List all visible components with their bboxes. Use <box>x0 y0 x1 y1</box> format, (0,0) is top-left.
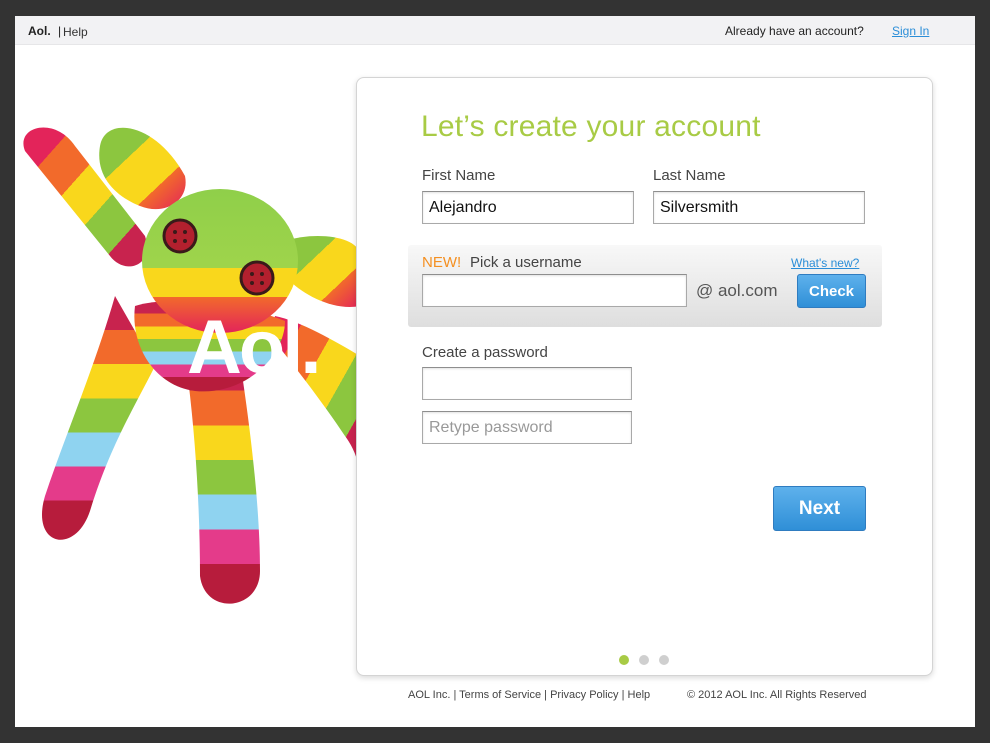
aol-logo-small[interactable]: Aol. <box>28 24 51 38</box>
step-indicator <box>619 655 669 665</box>
username-label: Pick a username <box>470 254 582 271</box>
last-name-field[interactable] <box>653 191 865 224</box>
retype-password-field[interactable] <box>422 411 632 444</box>
aol-domain-suffix: @ aol.com <box>696 281 778 300</box>
username-input[interactable] <box>422 274 687 307</box>
page-title: Let’s create your account <box>421 110 761 143</box>
signup-card: Let’s create your account First Name Las… <box>356 77 933 676</box>
step-dot-1 <box>619 655 629 665</box>
password-label: Create a password <box>422 344 548 361</box>
topbar-separator: | <box>58 24 62 38</box>
aol-logo-overlay: Aol. <box>187 305 322 390</box>
sign-in-link[interactable]: Sign In <box>892 24 929 38</box>
password-field[interactable] <box>422 367 632 400</box>
footer-links: AOL Inc. | Terms of Service | Privacy Po… <box>408 689 651 701</box>
aol-signup-window: Aol. | Help Already have an account? Sig… <box>15 16 975 727</box>
username-section: NEW! Pick a username What's new? @ aol.c… <box>408 245 882 327</box>
whats-new-link[interactable]: What's new? <box>791 256 859 270</box>
top-bar: Aol. | Help Already have an account? Sig… <box>15 16 975 45</box>
step-dot-3 <box>659 655 669 665</box>
last-name-label: Last Name <box>653 167 726 184</box>
already-have-account-text: Already have an account? <box>725 24 864 38</box>
help-link[interactable]: Help <box>63 25 88 39</box>
next-button[interactable]: Next <box>773 486 866 531</box>
footer-privacy-link[interactable]: Privacy Policy <box>550 689 618 701</box>
new-badge: NEW! <box>422 254 462 271</box>
footer-help-link[interactable]: Help <box>628 689 651 701</box>
footer-terms-link[interactable]: Terms of Service <box>459 689 541 701</box>
footer-company[interactable]: AOL Inc. <box>408 689 450 701</box>
check-username-button[interactable]: Check <box>797 274 866 308</box>
step-dot-2 <box>639 655 649 665</box>
first-name-label: First Name <box>422 167 496 184</box>
copyright-text: © 2012 AOL Inc. All Rights Reserved <box>687 689 867 701</box>
first-name-field[interactable] <box>422 191 634 224</box>
